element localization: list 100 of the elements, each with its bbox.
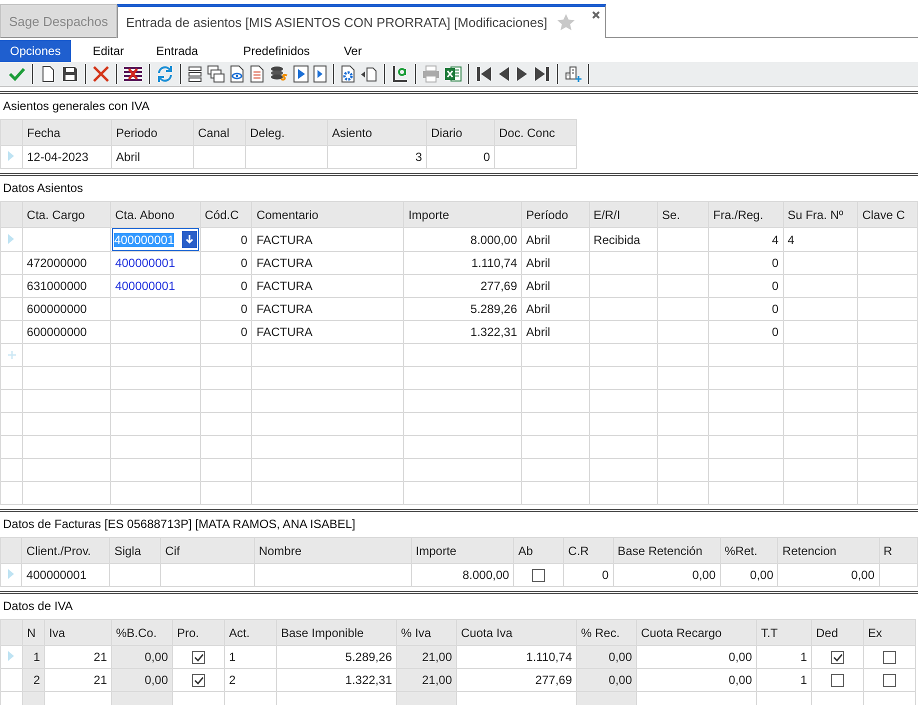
check-icon[interactable] (8, 65, 26, 83)
table-cell: 1 (800, 650, 807, 664)
column-header[interactable]: Ex (868, 626, 882, 640)
column-header[interactable]: T.T (761, 626, 778, 640)
down-arrow-icon[interactable] (184, 234, 194, 245)
table-cell: 0,00 (851, 568, 874, 582)
table-cell: Abril (526, 256, 550, 270)
column-header[interactable]: Importe (408, 208, 450, 222)
column-header[interactable]: Nombre (258, 544, 302, 558)
column-header[interactable]: Cif (165, 544, 180, 558)
next-icon[interactable] (515, 65, 529, 83)
checkbox[interactable] (192, 674, 205, 686)
tab[interactable]: Entrada de asientos [MIS ASIENTOS CON PRORRATA] [Modificaciones] (117, 4, 606, 38)
play-icon[interactable] (293, 65, 309, 83)
table-cell: 8.000,00 (462, 568, 510, 582)
table-cell: 21 (94, 650, 107, 664)
table-cell: Abril (526, 302, 550, 316)
table-cell: 2 (33, 673, 40, 687)
menu-item[interactable]: Opciones (0, 40, 71, 62)
view-document-icon[interactable] (229, 65, 245, 83)
table-cell: 0,00 (144, 673, 168, 687)
list-icon[interactable] (187, 65, 203, 83)
void-entry-icon[interactable] (123, 65, 143, 83)
table-cell: 21,00 (422, 673, 452, 687)
table-cell: FACTURA (256, 232, 312, 246)
section-title: Asientos generales con IVA (2, 98, 151, 115)
checkbox[interactable] (532, 568, 546, 582)
settings-icon[interactable] (340, 65, 356, 83)
table-cell: 1 (800, 673, 807, 687)
checkbox[interactable] (883, 674, 896, 686)
document-icon[interactable] (249, 65, 265, 83)
coins-icon[interactable] (269, 65, 289, 83)
column-header[interactable]: Se. (662, 208, 680, 222)
column-header[interactable]: Ab (518, 544, 533, 558)
delete-icon[interactable] (92, 65, 110, 83)
table-cell: 2 (229, 673, 236, 687)
table-cell: 21 (94, 673, 107, 687)
column-header[interactable]: R (884, 544, 892, 558)
spreadsheet-icon[interactable] (444, 65, 462, 83)
section-title: Datos de IVA (2, 598, 74, 615)
table-cell: 0 (602, 568, 609, 582)
last-record-icon[interactable] (533, 65, 551, 83)
building-add-icon[interactable] (564, 65, 582, 83)
table-cell: 5.289,26 (345, 650, 392, 664)
table-cell: 1.110,74 (471, 256, 518, 270)
play-icon[interactable] (313, 65, 327, 83)
table-cell: 0 (772, 256, 779, 270)
windows-icon[interactable] (207, 65, 225, 83)
star-icon[interactable] (557, 14, 576, 31)
table-cell: 0,00 (750, 568, 774, 582)
table-cell: 0 (483, 150, 490, 164)
checkbox[interactable] (831, 674, 844, 686)
menu-item[interactable]: Predefinidos (233, 40, 320, 62)
table-cell: 0 (240, 325, 248, 339)
table-cell: 1.110,74 (526, 650, 572, 664)
table-cell: 0 (240, 256, 248, 270)
refresh-icon[interactable] (156, 65, 174, 83)
table-cell: 0,00 (728, 650, 752, 664)
checkbox[interactable] (831, 650, 844, 664)
previous-icon[interactable] (497, 65, 511, 83)
table-cell: 0 (772, 302, 779, 316)
table-cell: FACTURA (256, 325, 312, 339)
letter-icon[interactable] (391, 65, 409, 83)
table-cell: Abril (526, 279, 550, 293)
save-icon[interactable] (61, 65, 79, 83)
back-document-icon[interactable] (360, 65, 378, 83)
table-cell: 472000000 (26, 256, 87, 270)
checkbox[interactable] (883, 650, 896, 664)
menu-item[interactable]: Editar (82, 40, 134, 62)
table-cell: 600000000 (26, 325, 87, 339)
table-cell: 0,00 (608, 650, 632, 664)
table-cell: FACTURA (256, 302, 312, 316)
table-cell: 0 (772, 279, 779, 293)
table-cell: 3 (415, 150, 422, 164)
table-cell: 277,69 (480, 279, 518, 293)
table-cell: Abril (526, 325, 550, 339)
close-icon[interactable] (592, 11, 600, 19)
table-cell: 0,00 (728, 673, 752, 687)
table-cell: 0,00 (692, 568, 716, 582)
section-title: Datos Asientos (2, 180, 84, 197)
first-record-icon[interactable] (475, 65, 493, 83)
table-cell: 0 (240, 302, 248, 316)
table-cell: 12-04-2023 (27, 150, 88, 164)
table-cell: 0 (240, 232, 248, 246)
column-header[interactable]: Iva (49, 626, 66, 640)
table-cell: 8.000,00 (470, 232, 518, 246)
dropdown-button[interactable] (182, 231, 197, 248)
table-cell: 0 (772, 325, 779, 339)
table-cell: 600000000 (26, 302, 87, 316)
table-cell: Abril (526, 232, 550, 246)
table-cell: 21,00 (422, 650, 452, 664)
table-cell: 4 (788, 232, 794, 246)
menu-item[interactable]: Ver (334, 40, 372, 62)
table-cell: Abril (116, 150, 140, 164)
table-cell: 1 (33, 650, 40, 664)
table-cell: 1.322,31 (345, 673, 392, 687)
checkbox[interactable] (192, 650, 205, 664)
table-cell: 277,69 (535, 673, 572, 687)
menu-item[interactable]: Entrada (146, 40, 208, 62)
table-cell: 400000001 (26, 568, 86, 582)
